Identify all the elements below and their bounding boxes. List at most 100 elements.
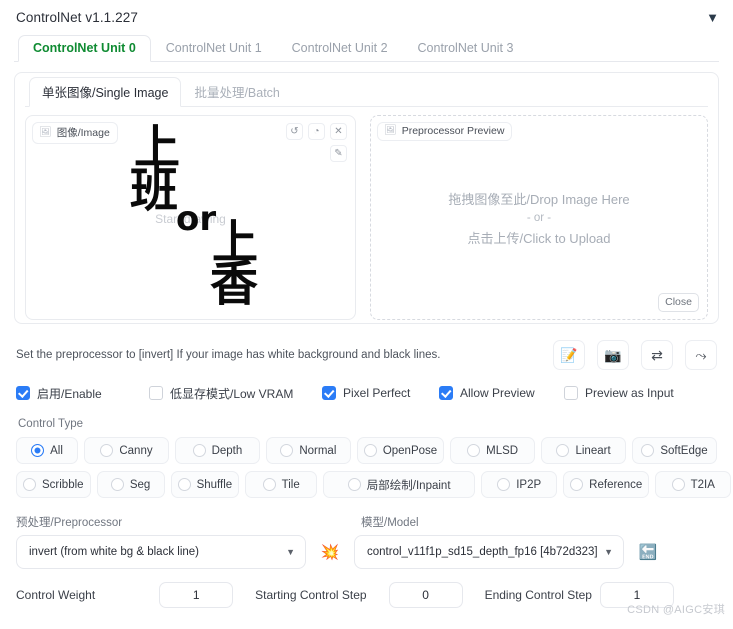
preview-pane-label: 🖼 Preprocessor Preview [377, 122, 513, 141]
drop-line-2: - or - [526, 211, 552, 224]
tab-controlnet-unit-1[interactable]: ControlNet Unit 1 [151, 35, 277, 62]
radio-softedge-dot[interactable] [641, 444, 655, 457]
radio-lineart-dot[interactable] [556, 444, 570, 457]
camera-icon[interactable]: 📷 [597, 340, 629, 370]
checkbox-pixel-perfect[interactable]: Pixel Perfect [322, 386, 439, 400]
chevron-down-icon[interactable]: ▼ [286, 547, 295, 557]
radio-shuffle-dot[interactable] [177, 478, 191, 491]
radio-mlsd-dot[interactable] [467, 444, 481, 457]
sparkle-burst-icon[interactable]: 💥 [315, 537, 345, 567]
dropdown-row: invert (from white bg & black line) ▼ 💥 … [16, 535, 717, 569]
radio-reference[interactable]: Reference [563, 471, 650, 498]
ending-control-step-label: Ending Control Step [484, 588, 592, 602]
image-toolbar-row-2: ✎ [330, 145, 347, 162]
close-icon[interactable]: ✕ [330, 123, 347, 140]
radio-ip2p[interactable]: IP2P [481, 471, 558, 498]
chevron-down-icon[interactable]: ▼ [604, 547, 613, 557]
radio-shuffle[interactable]: Shuffle [170, 471, 240, 498]
checkbox-allow-preview-label: Allow Preview [460, 386, 535, 400]
radio-ip2p-dot[interactable] [497, 478, 511, 491]
close-preview-button[interactable]: Close [658, 293, 699, 312]
radio-seg[interactable]: Seg [96, 471, 165, 498]
radio-depth[interactable]: Depth [174, 437, 260, 464]
checkbox-low-vram-box[interactable] [149, 386, 163, 400]
control-type-label: Control Type [18, 418, 83, 430]
options-checkbox-row: 启用/Enable 低显存模式/Low VRAM Pixel Perfect A… [16, 382, 717, 404]
checkbox-low-vram[interactable]: 低显存模式/Low VRAM [149, 385, 322, 402]
radio-canny-dot[interactable] [100, 444, 114, 457]
radio-softedge-label: SoftEdge [660, 444, 708, 457]
radio-lineart-label: Lineart [575, 444, 611, 457]
radio-lineart[interactable]: Lineart [541, 437, 627, 464]
artwork-char-2: 班 [130, 162, 179, 218]
radio-canny[interactable]: Canny [84, 437, 169, 464]
image-icon: 🖼 [39, 126, 52, 138]
image-pane-label: 🖼 图像/Image [32, 122, 118, 144]
tab-controlnet-unit-3[interactable]: ControlNet Unit 3 [403, 35, 529, 62]
eraser-icon[interactable]: ◔ [308, 123, 325, 140]
weights-row: Control Weight 1 Starting Control Step 0… [16, 582, 717, 608]
checkbox-pixel-perfect-box[interactable] [322, 386, 336, 400]
control-weight-input[interactable]: 1 [159, 582, 234, 608]
input-mode-tabs: 单张图像/Single Image 批量处理/Batch [25, 77, 708, 107]
radio-t2ia-dot[interactable] [671, 478, 685, 491]
radio-seg-label: Seg [129, 478, 151, 491]
radio-openpose-dot[interactable] [363, 444, 377, 457]
radio-reference-dot[interactable] [570, 478, 584, 491]
unit-content-card: 单张图像/Single Image 批量处理/Batch Start drawi… [14, 72, 719, 324]
checkbox-preview-as-input-box[interactable] [564, 386, 578, 400]
radio-inpaint-dot[interactable] [347, 478, 361, 491]
checkbox-preview-as-input[interactable]: Preview as Input [564, 386, 674, 400]
radio-tile[interactable]: Tile [245, 471, 318, 498]
arrow-up-right-icon[interactable]: ⤳ [685, 340, 717, 370]
tab-single-image[interactable]: 单张图像/Single Image [29, 77, 182, 107]
page-title: ControlNet v1.1.227 [16, 9, 138, 25]
checkbox-preview-as-input-label: Preview as Input [585, 386, 674, 400]
radio-normal-dot[interactable] [280, 444, 294, 457]
radio-softedge[interactable]: SoftEdge [632, 437, 717, 464]
model-select[interactable]: control_v11f1p_sd15_depth_fp16 [4b72d323… [354, 535, 624, 569]
dropdown-labels: 预处理/Preprocessor 模型/Model [16, 514, 717, 530]
radio-tile-dot[interactable] [262, 478, 276, 491]
quick-action-buttons: 📝 📷 ⇄ ⤳ [553, 340, 717, 370]
radio-reference-label: Reference [589, 478, 643, 491]
chevron-down-icon[interactable]: ▼ [706, 11, 719, 24]
radio-scribble-dot[interactable] [23, 478, 36, 491]
starting-control-step-input[interactable]: 0 [388, 582, 463, 608]
checkbox-enable-label: 启用/Enable [37, 386, 102, 401]
checkbox-allow-preview[interactable]: Allow Preview [439, 386, 564, 400]
radio-openpose[interactable]: OpenPose [356, 437, 445, 464]
tab-controlnet-unit-2[interactable]: ControlNet Unit 2 [277, 35, 403, 62]
drop-line-3: 点击上传/Click to Upload [467, 230, 611, 246]
tab-controlnet-unit-0[interactable]: ControlNet Unit 0 [18, 35, 151, 62]
radio-inpaint-label: 局部绘制/Inpaint [366, 479, 451, 492]
swap-arrows-icon[interactable]: ⇄ [641, 340, 673, 370]
end-arrow-icon[interactable]: 🔚 [633, 537, 663, 567]
undo-icon[interactable]: ↺ [286, 123, 303, 140]
preprocessor-label: 预处理/Preprocessor [16, 517, 123, 529]
preprocessor-select[interactable]: invert (from white bg & black line) ▼ [16, 535, 306, 569]
tab-batch[interactable]: 批量处理/Batch [181, 77, 292, 107]
preprocessor-preview-pane[interactable]: 拖拽图像至此/Drop Image Here - or - 点击上传/Click… [370, 115, 708, 320]
checkbox-allow-preview-box[interactable] [439, 386, 453, 400]
model-label: 模型/Model [361, 517, 419, 529]
image-input-pane[interactable]: Start drawing 上 班 or 上 香 🖼 图像/Image ↺ ◔ … [25, 115, 356, 320]
radio-depth-dot[interactable] [192, 444, 206, 457]
radio-scribble[interactable]: Scribble [16, 471, 91, 498]
checkbox-enable[interactable]: 启用/Enable [16, 385, 149, 402]
radio-t2ia[interactable]: T2IA [655, 471, 732, 498]
radio-seg-dot[interactable] [110, 478, 124, 491]
memo-icon[interactable]: 📝 [553, 340, 585, 370]
radio-inpaint[interactable]: 局部绘制/Inpaint [323, 471, 476, 498]
radio-canny-label: Canny [119, 444, 153, 457]
checkbox-enable-box[interactable] [16, 386, 30, 400]
artwork-connector: or [176, 199, 217, 239]
radio-all-dot[interactable] [31, 444, 45, 457]
radio-normal[interactable]: Normal [265, 437, 351, 464]
radio-mlsd[interactable]: MLSD [450, 437, 536, 464]
drop-zone[interactable]: 拖拽图像至此/Drop Image Here - or - 点击上传/Click… [371, 116, 707, 319]
brush-icon[interactable]: ✎ [330, 145, 347, 162]
control-type-row-2: Scribble Seg Shuffle Tile 局部绘制/Inpaint I… [16, 471, 732, 498]
radio-all[interactable]: All [16, 437, 78, 464]
image-toolbar-row-1: ↺ ◔ ✕ [286, 123, 347, 140]
